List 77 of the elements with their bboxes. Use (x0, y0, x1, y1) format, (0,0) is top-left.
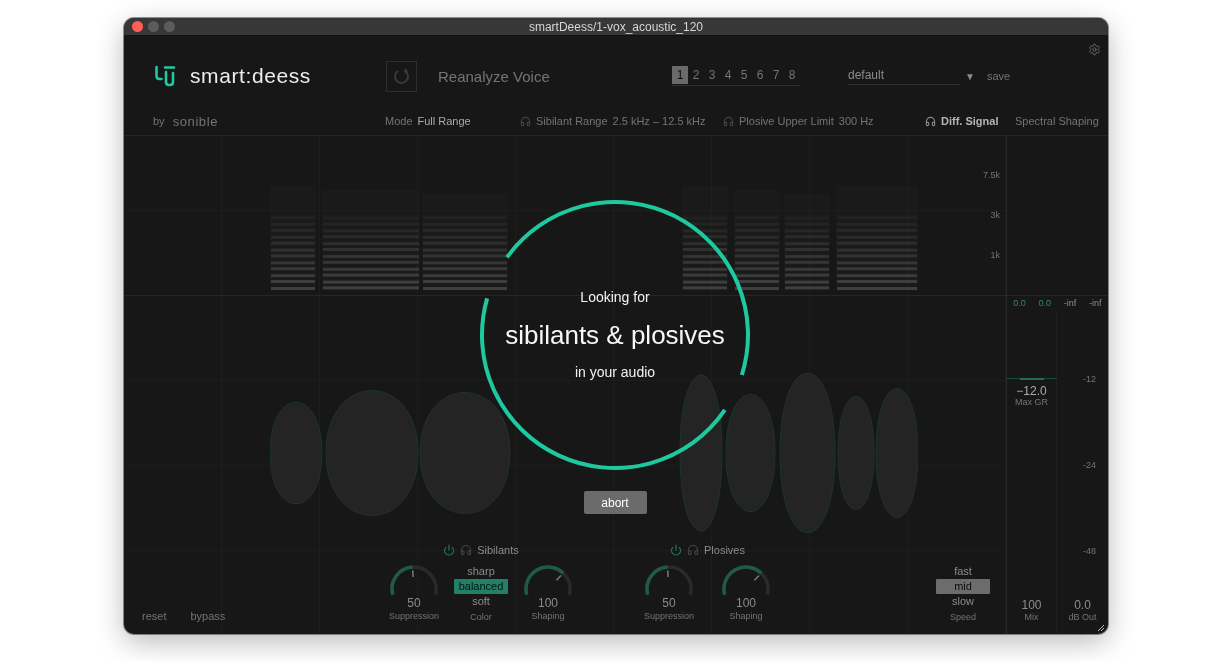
slot-tab[interactable]: 2 (688, 66, 704, 84)
mix-label: Mix (1024, 612, 1039, 622)
freq-label: 3k (990, 209, 1000, 221)
bypass-toggle[interactable]: bypass (190, 609, 226, 623)
knob-value: 50 (407, 597, 421, 609)
section-title: Sibilants (477, 543, 519, 557)
minimize-button[interactable] (148, 21, 159, 32)
selector-option[interactable]: slow (949, 594, 977, 609)
knob[interactable] (722, 565, 770, 596)
peak-reading: 0.0 (1013, 297, 1026, 310)
selector-option[interactable]: mid (936, 579, 990, 594)
settings-icon[interactable] (1088, 43, 1101, 56)
knob-label: Suppression (643, 611, 694, 621)
knob[interactable] (524, 565, 572, 596)
range-value: 2.5 kHz – 12.5 kHz (612, 115, 706, 128)
save-link[interactable]: save (987, 69, 1011, 83)
output-value: 0.0 (1074, 598, 1091, 612)
knob-value: 100 (538, 597, 558, 609)
knob-value: 100 (736, 597, 756, 609)
max-gr-value: −12.0 (1016, 385, 1047, 397)
logo-text: smart:deess (190, 64, 311, 88)
status-headline: sibilants & plosives (505, 320, 725, 350)
slot-tab[interactable]: 3 (704, 66, 720, 84)
refresh-icon (386, 60, 417, 92)
mode-value[interactable]: Full Range (417, 115, 471, 128)
knob-value: 50 (662, 597, 676, 609)
knob-label: Shaping (729, 611, 763, 621)
mode-label: Mode (385, 115, 413, 128)
scale-label: -48 (1083, 546, 1096, 556)
freq-label: 7.5k (983, 169, 1000, 181)
scale-label: -24 (1083, 460, 1096, 470)
scale-label: -12 (1083, 374, 1096, 384)
slot-tab[interactable]: 8 (784, 66, 800, 84)
slot-tab[interactable]: 6 (752, 66, 768, 84)
knob-label: Suppression (388, 611, 439, 621)
selector-label: Speed (950, 612, 976, 622)
status-text: in your audio (574, 364, 656, 381)
window-title: smartDeess/1-vox_acoustic_120 (528, 19, 704, 34)
preset-dropdown[interactable]: default ▼ (848, 67, 975, 85)
reset-link[interactable]: reset (142, 609, 167, 623)
selector-label: Color (470, 612, 492, 622)
close-button[interactable] (132, 21, 143, 32)
freq-label: 1k (990, 249, 1000, 261)
selector-option[interactable]: sharp (464, 564, 498, 579)
output-label: dB Out (1068, 612, 1097, 622)
listen-toggle[interactable]: Plosive Upper Limit (739, 115, 834, 128)
brand-name: sonible (172, 114, 219, 129)
slot-tab[interactable]: 7 (768, 66, 784, 84)
mix-value: 100 (1021, 598, 1042, 612)
panel-link[interactable]: Spectral Shaping (1015, 115, 1099, 128)
knob[interactable] (645, 565, 693, 596)
range-value: 300 Hz (838, 115, 874, 128)
selector-option[interactable]: balanced (454, 579, 508, 594)
peak-reading: -inf (1063, 297, 1077, 310)
status-text: Looking for (580, 289, 650, 306)
peak-reading: 0.0 (1038, 297, 1052, 310)
selector-option[interactable]: soft (469, 594, 493, 609)
slot-tab[interactable]: 4 (720, 66, 736, 84)
power-icon[interactable] (670, 544, 682, 556)
resize-grip-icon[interactable] (1097, 624, 1105, 632)
slot-tab[interactable]: 5 (736, 66, 752, 84)
by-label: by (153, 115, 165, 128)
listen-toggle[interactable]: Diff. Signal (941, 115, 999, 128)
slot-tab[interactable]: 1 (672, 66, 688, 84)
selector-option[interactable]: fast (951, 564, 975, 579)
max-gr-handle[interactable] (1006, 378, 1057, 381)
max-gr-label: Max GR (1015, 397, 1048, 407)
knob-label: Shaping (531, 611, 565, 621)
abort-button[interactable]: abort (583, 491, 647, 514)
headphones-icon[interactable] (925, 116, 936, 127)
knob[interactable] (390, 565, 438, 596)
peak-reading: -inf (1089, 297, 1102, 310)
section-title: Plosives (704, 543, 745, 557)
zoom-button[interactable] (164, 21, 175, 32)
listen-toggle[interactable]: Sibilant Range (536, 115, 608, 128)
logo-icon (154, 65, 178, 87)
power-icon[interactable] (443, 544, 456, 556)
